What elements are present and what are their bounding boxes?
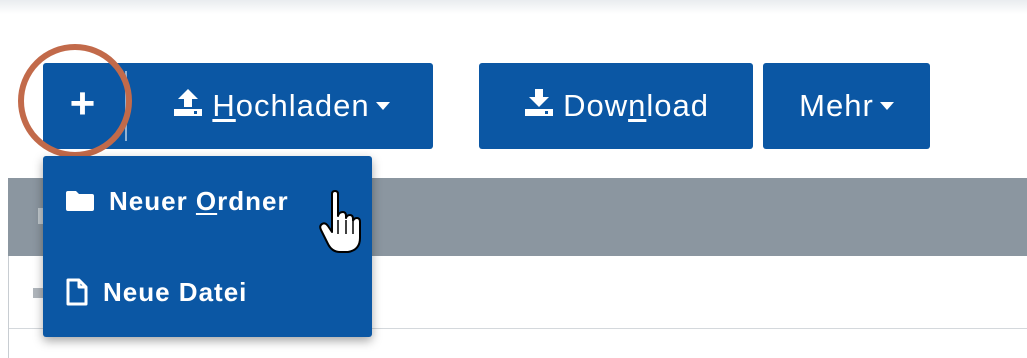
upload-label: Hochladen <box>212 88 370 123</box>
new-dropdown-menu: Neuer Ordner Neue Datei <box>43 156 372 337</box>
upload-icon <box>172 87 204 125</box>
menu-item-new-file-label: Neue Datei <box>103 276 248 307</box>
top-shadow <box>0 0 1027 14</box>
new-button-label: + <box>69 79 97 128</box>
chevron-down-icon <box>879 102 894 110</box>
menu-item-new-folder[interactable]: Neuer Ordner <box>43 156 372 246</box>
download-label: Download <box>563 88 709 123</box>
upload-button[interactable]: Hochladen <box>129 63 433 149</box>
folder-icon <box>65 190 95 212</box>
chevron-down-icon <box>375 102 390 110</box>
download-button[interactable]: Download <box>479 63 753 149</box>
download-icon <box>523 87 555 125</box>
more-label: Mehr <box>799 88 874 123</box>
more-button[interactable]: Mehr <box>763 63 930 149</box>
menu-item-new-folder-label: Neuer Ordner <box>109 185 289 216</box>
menu-item-new-file[interactable]: Neue Datei <box>43 247 372 337</box>
home-icon <box>33 288 43 298</box>
new-button[interactable]: + <box>43 63 123 149</box>
file-icon <box>65 278 89 306</box>
